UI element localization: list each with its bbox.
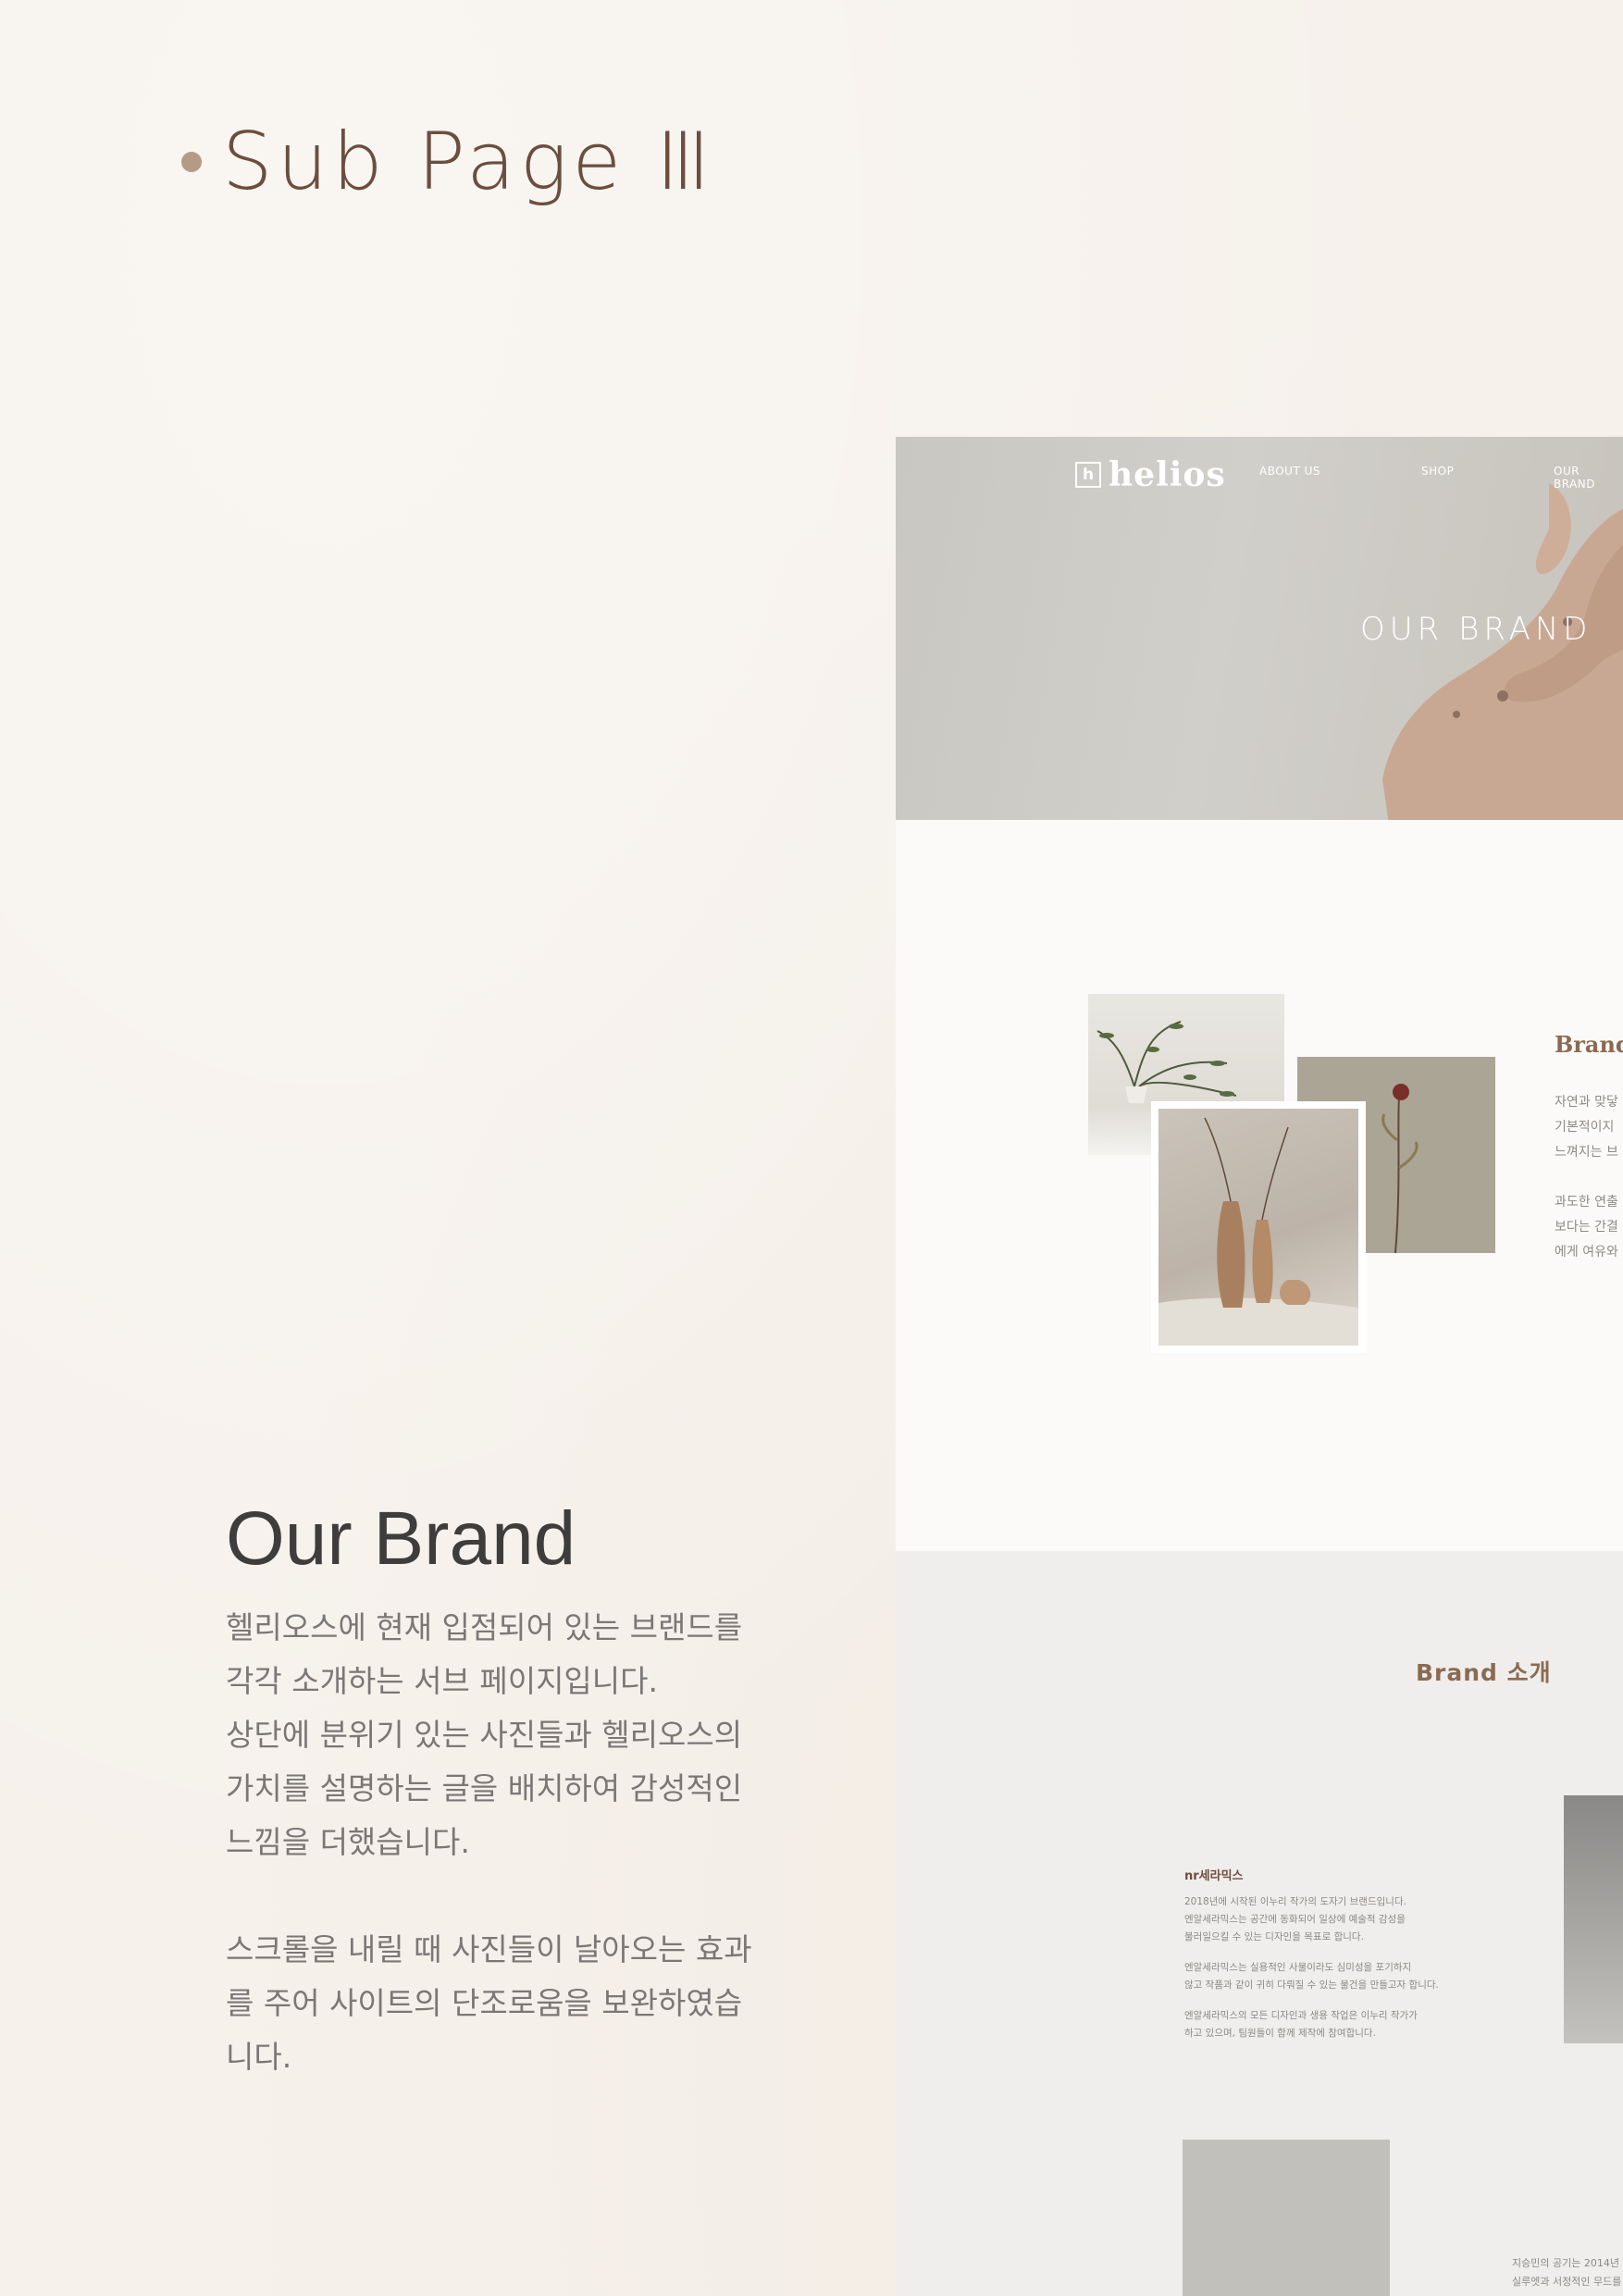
ceram-line: 2018년에 시작된 이누리 작가의 도자기 브랜드입니다. (1184, 1896, 1406, 1907)
ceramics-description: 2018년에 시작된 이누리 작가의 도자기 브랜드입니다. 엔알세라믹스는 공… (1184, 1893, 1439, 2042)
desc-line: 헬리오스에 현재 입점되어 있는 브랜드를 (226, 1609, 743, 1645)
website-mockup: h helios ABOUT US SHOP OUR BRAND OUR BRA… (896, 437, 1623, 2296)
hero-title: OUR BRAND (1360, 611, 1592, 648)
bottom-line: 실루엣과 서정적인 무드를 (1512, 2276, 1622, 2288)
brand-line-spacer (1555, 1165, 1618, 1190)
helios-logo[interactable]: h helios (1075, 455, 1226, 494)
description-paragraph-2: 스크롤을 내릴 때 사진들이 날아오는 효과 를 주어 사이트의 단조로움을 보… (226, 1923, 762, 2084)
page-title: Sub Page Ⅲ (222, 116, 715, 208)
bottom-line: 지승민의 공기는 2014년 (1512, 2257, 1619, 2269)
desc-line: 느낌을 더했습니다. (226, 1824, 470, 1860)
ceram-line: 불러일으킬 수 있는 디자인을 목표로 합니다. (1184, 1931, 1364, 1942)
nav-about-us[interactable]: ABOUT US (1259, 465, 1320, 478)
desc-line: 각각 소개하는 서브 페이지입니다. (226, 1663, 658, 1699)
brand-line: 기본적이지 (1555, 1120, 1615, 1135)
hero-banner: h helios ABOUT US SHOP OUR BRAND OUR BRA… (896, 437, 1623, 820)
section-heading: Sub Page Ⅲ (181, 122, 715, 202)
logo-wordmark: helios (1109, 455, 1226, 494)
brand-title: Our Brand (226, 1496, 576, 1581)
vases-photo (1151, 1101, 1366, 1353)
brand-text-partial: 자연과 맞닿 기본적이지 느껴지는 브 과도한 연출 보다는 간결 에게 여유와 (1555, 1090, 1618, 1265)
nav-shop[interactable]: SHOP (1421, 465, 1454, 478)
brand-line: 느껴지는 브 (1555, 1145, 1618, 1160)
bottom-brand-text-partial: 지승민의 공기는 2014년 실루엣과 서정적인 무드를 (1512, 2254, 1621, 2291)
ceram-line: 엔알세라믹스는 공간에 동화되어 일상에 예술적 감성을 (1184, 1914, 1406, 1925)
desc-line: 를 주어 사이트의 단조로움을 보완하였습 (226, 1985, 743, 2021)
ceram-line: 엔알세라믹스는 실용적인 사물이라도 심미성을 포기하지 (1184, 1962, 1412, 1973)
ceramics-brand-name: nr세라믹스 (1184, 1869, 1244, 1883)
ceramic-photo-partial (1564, 1795, 1623, 2043)
brand-line: 에게 여유와 (1555, 1245, 1618, 1260)
brand-heading-partial: Brand (1555, 1031, 1623, 1058)
description-paragraph-1: 헬리오스에 현재 입점되어 있는 브랜드를 각각 소개하는 서브 페이지입니다.… (226, 1601, 762, 1869)
bullet-dot-icon (181, 152, 202, 172)
ceram-line: 않고 작품과 같이 귀히 다뤄질 수 있는 물건을 만들고자 합니다. (1184, 1980, 1439, 1991)
ceram-gap (1184, 1994, 1439, 2007)
brand-line: 과도한 연출 (1555, 1195, 1618, 1210)
brand-line: 자연과 맞닿 (1555, 1095, 1618, 1110)
vases-illustration (1158, 1117, 1358, 1346)
desc-line: 니다. (226, 2039, 292, 2075)
brand-description: 헬리오스에 현재 입점되어 있는 브랜드를 각각 소개하는 서브 페이지입니다.… (226, 1601, 762, 2138)
brand-line: 보다는 간결 (1555, 1220, 1618, 1235)
vases-photo-inner (1158, 1109, 1358, 1346)
ceram-gap (1184, 1946, 1439, 1959)
logo-mark-icon: h (1075, 462, 1101, 488)
desc-line: 스크롤을 내릴 때 사진들이 날아오는 효과 (226, 1931, 752, 1967)
brand-sokae-heading: Brand 소개 (1416, 1659, 1552, 1686)
ceram-line: 엔알세라믹스의 모든 디자인과 생용 작업은 이누리 작가가 (1184, 2010, 1418, 2021)
bottom-ceramic-photo (1183, 2140, 1390, 2296)
desc-line: 가치를 설명하는 글을 배치하여 감성적인 (226, 1770, 743, 1806)
desc-line: 상단에 분위기 있는 사진들과 헬리오스의 (226, 1717, 743, 1753)
ceram-line: 하고 있으며, 팀원들이 함께 제작에 참여합니다. (1184, 2028, 1376, 2039)
nav-our-brand[interactable]: OUR BRAND (1554, 465, 1623, 490)
